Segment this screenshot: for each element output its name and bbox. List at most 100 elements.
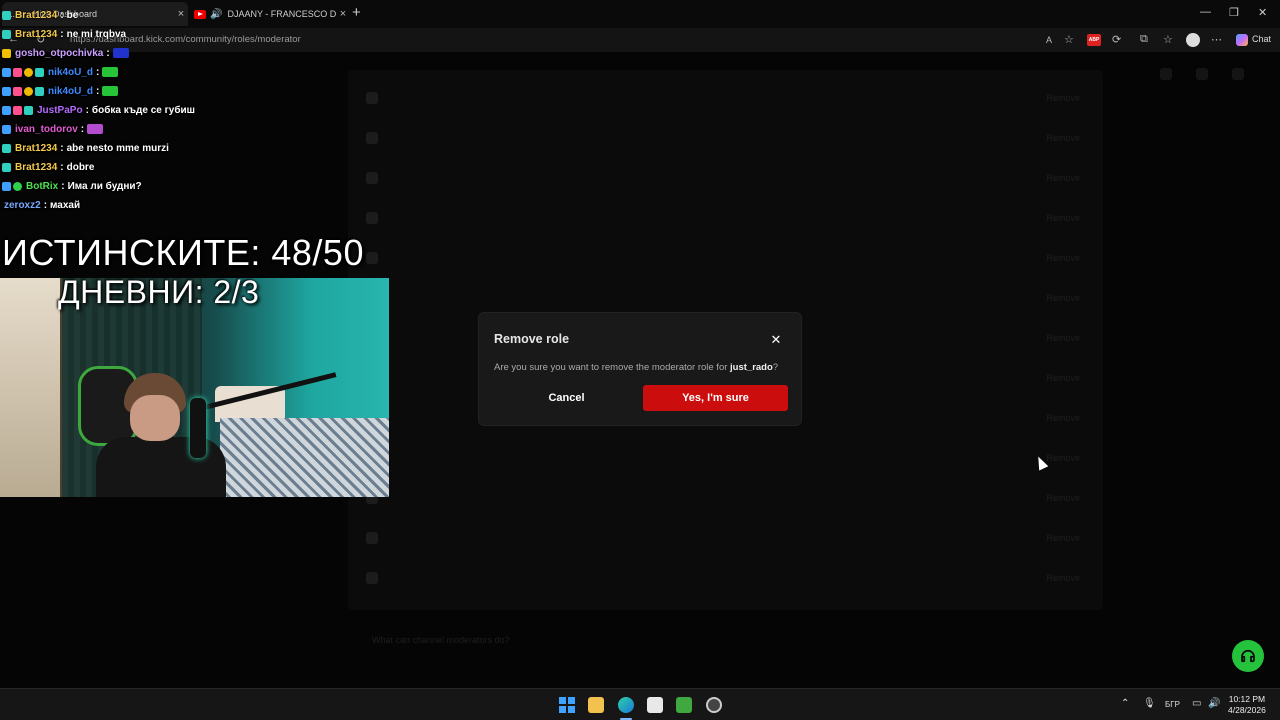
system-clock[interactable]: 10:12 PM 4/28/2026 <box>1228 694 1266 716</box>
chat-message: Brat1234: dobre <box>2 159 94 175</box>
tab-title: DJAANY - FRANCESCO DINER <box>227 9 336 19</box>
cancel-button[interactable]: Cancel <box>494 385 639 411</box>
language-indicator[interactable]: БГР <box>1165 700 1180 709</box>
chat-text: Има ли будни? <box>67 180 142 192</box>
emote-icon <box>87 124 104 134</box>
close-icon[interactable]: ✕ <box>769 332 783 348</box>
green-badge-icon <box>13 181 22 191</box>
moderator-avatar <box>366 532 378 544</box>
chat-text: abe nesto mme murzi <box>66 142 169 154</box>
chat-text: ne mi trqbva <box>66 28 127 40</box>
clock-date: 4/28/2026 <box>1228 705 1266 715</box>
chat-text: бобка къде се губиш <box>91 104 195 116</box>
sync-icon[interactable]: ⟳ <box>1112 33 1121 46</box>
moderator-row: Remove <box>360 244 1090 272</box>
remove-moderator-button[interactable]: Remove <box>1046 333 1080 343</box>
tab-close-icon[interactable]: × <box>174 8 188 20</box>
chat-username: BotRix <box>26 180 59 192</box>
edge-icon[interactable] <box>618 697 634 713</box>
favorites-icon[interactable]: ☆ <box>1163 33 1173 46</box>
tab-close-icon[interactable]: × <box>336 8 350 20</box>
remove-moderator-button[interactable]: Remove <box>1046 533 1080 543</box>
chat-message: BotRix: Има ли будни? <box>2 178 142 194</box>
remove-moderator-button[interactable]: Remove <box>1046 493 1080 503</box>
chat-username: Brat1234 <box>15 9 58 21</box>
chat-username: nik4oU_d <box>48 85 94 97</box>
blue-badge-icon <box>2 105 11 115</box>
tray-overflow-icon[interactable]: ⌃ <box>1121 698 1129 709</box>
teal-badge-icon <box>2 10 11 20</box>
moderator-row: Remove <box>360 444 1090 472</box>
copilot-chat-label[interactable]: Chat <box>1252 34 1271 44</box>
close-window-button[interactable]: ✕ <box>1258 6 1267 19</box>
teal-badge-icon <box>24 105 33 115</box>
new-tab-button[interactable]: + <box>352 4 361 21</box>
chat-message: nik4oU_d: <box>2 64 119 80</box>
confirm-remove-button[interactable]: Yes, I'm sure <box>643 385 788 411</box>
moderator-row: Remove <box>360 524 1090 552</box>
tab-youtube[interactable]: 🔊 DJAANY - FRANCESCO DINER × <box>190 2 350 26</box>
store-icon[interactable] <box>647 697 663 713</box>
microphone-icon[interactable]: 🎙 <box>1143 698 1156 709</box>
remove-role-dialog: Remove role ✕ Are you sure you want to r… <box>478 312 802 426</box>
extensions-icon[interactable]: ⧉ <box>1140 33 1148 46</box>
youtube-icon <box>194 9 206 19</box>
moderator-avatar <box>366 132 378 144</box>
pink-badge-icon <box>13 105 22 115</box>
chat-username: Brat1234 <box>15 161 58 173</box>
display-icon[interactable]: ▭ <box>1192 698 1201 709</box>
favorite-star-icon[interactable]: ☆ <box>1064 33 1074 46</box>
remove-moderator-button[interactable]: Remove <box>1046 573 1080 583</box>
adblock-icon[interactable]: ABP <box>1087 34 1101 46</box>
read-aloud-icon[interactable]: A <box>1046 35 1052 45</box>
restore-button[interactable]: ❐ <box>1229 6 1239 19</box>
remove-moderator-button[interactable]: Remove <box>1046 213 1080 223</box>
moderator-row: Remove <box>360 164 1090 192</box>
media-app-icon[interactable] <box>706 697 722 713</box>
chat-message: Brat1234: be <box>2 7 78 23</box>
support-chat-button[interactable] <box>1232 640 1264 672</box>
remove-moderator-button[interactable]: Remove <box>1046 293 1080 303</box>
emote-icon <box>112 48 129 58</box>
remove-moderator-button[interactable]: Remove <box>1046 373 1080 383</box>
more-menu-icon[interactable]: ⋯ <box>1211 33 1222 46</box>
moderator-avatar <box>366 172 378 184</box>
remove-moderator-button[interactable]: Remove <box>1046 133 1080 143</box>
browser-tab-bar: ...or - Kick Dashboard × 🔊 DJAANY - FRAN… <box>0 0 1280 28</box>
file-explorer-icon[interactable] <box>588 697 604 713</box>
counter-daily: ДНЕВНИ: 2/3 <box>58 274 260 310</box>
inbox-icon[interactable] <box>1196 68 1208 80</box>
start-button[interactable] <box>559 697 575 713</box>
moderator-faq-row[interactable]: What can channel moderators do? <box>348 626 1103 654</box>
chat-username: gosho_otpochivka <box>15 47 104 59</box>
speaker-icon[interactable]: 🔊 <box>210 9 222 20</box>
chat-message: Brat1234: ne mi trqbva <box>2 26 126 42</box>
remove-moderator-button[interactable]: Remove <box>1046 413 1080 423</box>
chat-message: ivan_todorov: <box>2 121 104 137</box>
profile-avatar[interactable] <box>1186 33 1200 47</box>
chat-message: nik4oU_d: <box>2 83 119 99</box>
moderator-avatar <box>366 92 378 104</box>
minimize-button[interactable]: — <box>1200 6 1211 18</box>
volume-icon[interactable]: 🔊 <box>1208 698 1220 709</box>
address-bar: ← ↻ https://dashboard.kick.com/community… <box>0 28 1280 52</box>
minecraft-icon[interactable] <box>676 697 692 713</box>
moderator-avatar <box>366 572 378 584</box>
copilot-icon[interactable] <box>1236 34 1248 46</box>
notification-icon[interactable] <box>1160 68 1172 80</box>
yellow-badge-icon <box>2 48 11 58</box>
target-username: just_rado <box>730 362 773 373</box>
moderator-avatar <box>366 252 378 264</box>
remove-moderator-button[interactable]: Remove <box>1046 453 1080 463</box>
pink-badge-icon <box>13 86 22 96</box>
chat-username: zeroxz2 <box>4 199 41 211</box>
remove-moderator-button[interactable]: Remove <box>1046 173 1080 183</box>
moderator-row: Remove <box>360 84 1090 112</box>
remove-moderator-button[interactable]: Remove <box>1046 253 1080 263</box>
user-menu-icon[interactable] <box>1232 68 1244 80</box>
blue-badge-icon <box>2 124 11 134</box>
headset-icon <box>1241 649 1255 663</box>
clock-time: 10:12 PM <box>1228 694 1266 704</box>
moderator-row: Remove <box>360 564 1090 592</box>
remove-moderator-button[interactable]: Remove <box>1046 93 1080 103</box>
